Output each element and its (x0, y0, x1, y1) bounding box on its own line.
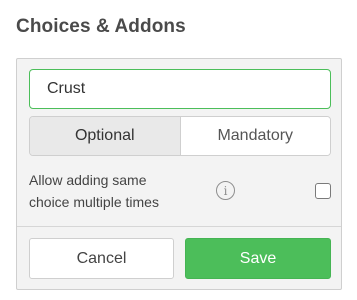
choice-name-input[interactable] (29, 69, 331, 109)
allow-multiple-checkbox[interactable] (315, 183, 331, 199)
save-button[interactable]: Save (185, 238, 331, 279)
cancel-button[interactable]: Cancel (29, 238, 174, 279)
choice-type-toggle: Optional Mandatory (29, 116, 331, 156)
page-title: Choices & Addons (16, 16, 186, 37)
info-icon[interactable]: i (216, 181, 235, 200)
divider (17, 226, 341, 227)
mandatory-option[interactable]: Mandatory (180, 117, 330, 155)
optional-option[interactable]: Optional (30, 117, 181, 155)
choices-panel: Optional Mandatory Allow adding same cho… (16, 58, 342, 290)
info-glyph: i (223, 183, 228, 198)
allow-multiple-label: Allow adding same choice multiple times (29, 172, 159, 210)
allow-multiple-row: Allow adding same choice multiple times … (29, 169, 331, 213)
